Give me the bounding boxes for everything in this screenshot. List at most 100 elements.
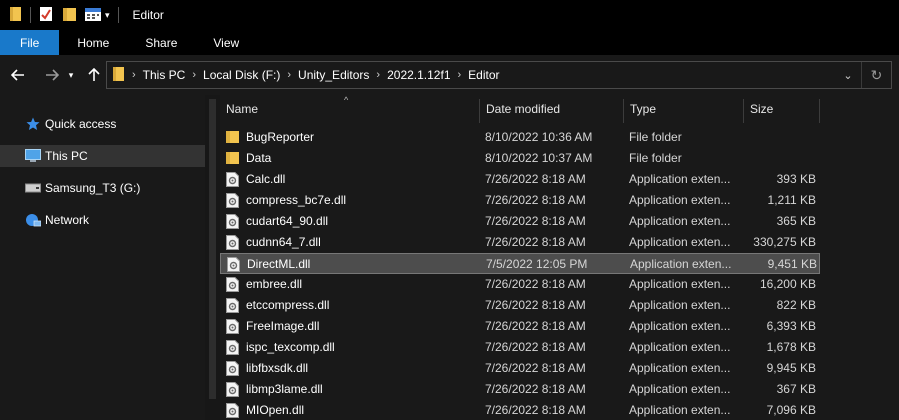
file-name: embree.dll (246, 277, 303, 291)
calendar-icon[interactable] (85, 6, 101, 25)
sidebar-item-this-pc[interactable]: This PC (0, 145, 205, 167)
file-type: Application exten... (629, 172, 731, 186)
title-bar: ▾ Editor (0, 0, 899, 30)
sidebar-item-quick-access[interactable]: Quick access (0, 113, 205, 135)
file-size: 365 KB (776, 214, 816, 228)
table-row[interactable]: libmp3lame.dll 7/26/2022 8:18 AM Applicati… (220, 379, 820, 400)
breadcrumb-editor[interactable]: Editor (464, 68, 503, 82)
chevron-down-icon[interactable]: ⌄ (835, 69, 861, 82)
file-size (742, 127, 816, 148)
file-name: etccompress.dll (246, 298, 330, 312)
breadcrumb-local-disk[interactable]: Local Disk (F:) (199, 68, 284, 82)
file-size: 9,945 KB (766, 361, 816, 375)
file-type: Application exten... (629, 340, 731, 354)
file-type: Application exten... (629, 235, 731, 249)
file-name: cudart64_90.dll (246, 214, 329, 228)
back-button[interactable] (6, 69, 30, 81)
file-date-modified: 7/26/2022 8:18 AM (485, 382, 586, 396)
chevron-right-icon[interactable]: › (129, 69, 139, 81)
file-size: 330,275 KB (753, 235, 816, 249)
table-row[interactable]: etccompress.dll 7/26/2022 8:18 AM Applicat… (220, 295, 820, 316)
file-date-modified: 7/26/2022 8:18 AM (485, 403, 586, 417)
column-header-type[interactable]: Type (624, 95, 743, 123)
file-type: File folder (629, 130, 682, 144)
file-type: Application exten... (629, 382, 731, 396)
dll-file-icon (226, 214, 239, 232)
file-size: 9,451 KB (767, 257, 817, 271)
file-type: Application exten... (629, 403, 731, 417)
scrollbar-thumb[interactable] (209, 99, 216, 399)
file-date-modified: 7/26/2022 8:18 AM (485, 361, 586, 375)
file-name: DirectML.dll (247, 257, 311, 271)
chevron-down-icon[interactable]: ▾ (105, 10, 110, 21)
dll-file-icon (226, 235, 239, 253)
chevron-right-icon[interactable]: › (284, 69, 294, 81)
file-type: Application exten... (629, 361, 731, 375)
file-name: Calc.dll (246, 172, 286, 186)
table-row[interactable]: cudart64_90.dll 7/26/2022 8:18 AM Applicat… (220, 211, 820, 232)
tab-home[interactable]: Home (59, 30, 127, 55)
file-date-modified: 7/5/2022 12:05 PM (486, 257, 588, 271)
address-bar[interactable]: › This PC › Local Disk (F:) › Unity_Edit… (106, 61, 892, 89)
forward-button[interactable] (40, 69, 64, 81)
tab-share[interactable]: Share (127, 30, 195, 55)
table-row[interactable]: Calc.dll 7/26/2022 8:18 AM Application ext… (220, 169, 820, 190)
table-row[interactable]: compress_bc7e.dll 7/26/2022 8:18 AM Applic… (220, 190, 820, 211)
file-date-modified: 8/10/2022 10:37 AM (485, 151, 593, 165)
sidebar-item-samsung-t3[interactable]: Samsung_T3 (G:) (0, 177, 205, 199)
folder-icon (10, 6, 22, 25)
recent-locations-button[interactable]: ▾ (64, 70, 78, 81)
breadcrumb-unity-editors[interactable]: Unity_Editors (294, 68, 373, 82)
file-size: 1,678 KB (766, 340, 816, 354)
file-date-modified: 7/26/2022 8:18 AM (485, 172, 586, 186)
column-header-name[interactable]: Name (220, 95, 479, 123)
table-row[interactable]: Data 8/10/2022 10:37 AM File folder (220, 148, 820, 169)
sidebar-scrollbar[interactable] (205, 95, 220, 420)
tab-view[interactable]: View (195, 30, 257, 55)
up-button[interactable] (82, 68, 106, 82)
dll-file-icon (226, 340, 239, 358)
dll-file-icon (226, 298, 239, 316)
file-name: libfbxsdk.dll (246, 361, 309, 375)
properties-icon[interactable] (39, 6, 53, 25)
new-folder-icon[interactable] (63, 6, 77, 25)
table-row[interactable]: BugReporter 8/10/2022 10:36 AM File folder (220, 127, 820, 148)
file-date-modified: 7/26/2022 8:18 AM (485, 277, 586, 291)
file-size: 822 KB (776, 298, 816, 312)
dll-file-icon (226, 403, 239, 420)
sidebar-item-network[interactable]: Network (0, 209, 205, 231)
refresh-icon[interactable]: ↻ (861, 62, 891, 88)
table-row[interactable]: MIOpen.dll 7/26/2022 8:18 AM Application e… (220, 400, 820, 420)
column-divider[interactable] (819, 99, 820, 123)
sidebar-item-label: Quick access (45, 117, 117, 131)
file-type: Application exten... (629, 277, 731, 291)
ribbon-tabs: File Home Share View (0, 30, 899, 55)
sidebar-item-label: This PC (45, 149, 88, 163)
chevron-right-icon[interactable]: › (455, 69, 465, 81)
chevron-right-icon[interactable]: › (373, 69, 383, 81)
dll-file-icon (226, 172, 239, 190)
tab-file[interactable]: File (0, 30, 60, 55)
arrow-left-icon (11, 69, 24, 81)
file-type: Application exten... (629, 298, 731, 312)
column-header-size[interactable]: Size (744, 95, 819, 123)
sidebar-item-label: Samsung_T3 (G:) (45, 181, 141, 195)
file-type: File folder (629, 151, 682, 165)
table-row[interactable]: DirectML.dll 7/5/2022 12:05 PM Application… (220, 253, 820, 274)
chevron-right-icon[interactable]: › (189, 69, 199, 81)
table-row[interactable]: ispc_texcomp.dll 7/26/2022 8:18 AM Applica… (220, 337, 820, 358)
file-size: 1,211 KB (767, 193, 816, 207)
file-date-modified: 7/26/2022 8:18 AM (485, 193, 586, 207)
network-icon (24, 213, 42, 227)
file-size: 367 KB (776, 382, 816, 396)
table-row[interactable]: embree.dll 7/26/2022 8:18 AM Application e… (220, 274, 820, 295)
column-header-date[interactable]: Date modified (480, 95, 623, 123)
table-row[interactable]: cudnn64_7.dll 7/26/2022 8:18 AM Applicatio… (220, 232, 820, 253)
file-name: libmp3lame.dll (246, 382, 323, 396)
breadcrumb-this-pc[interactable]: This PC (139, 68, 190, 82)
breadcrumb-version[interactable]: 2022.1.12f1 (383, 68, 454, 82)
computer-icon (24, 149, 42, 163)
table-row[interactable]: libfbxsdk.dll 7/26/2022 8:18 AM Applicatio… (220, 358, 820, 379)
file-name: compress_bc7e.dll (246, 193, 347, 207)
table-row[interactable]: FreeImage.dll 7/26/2022 8:18 AM Applicatio… (220, 316, 820, 337)
